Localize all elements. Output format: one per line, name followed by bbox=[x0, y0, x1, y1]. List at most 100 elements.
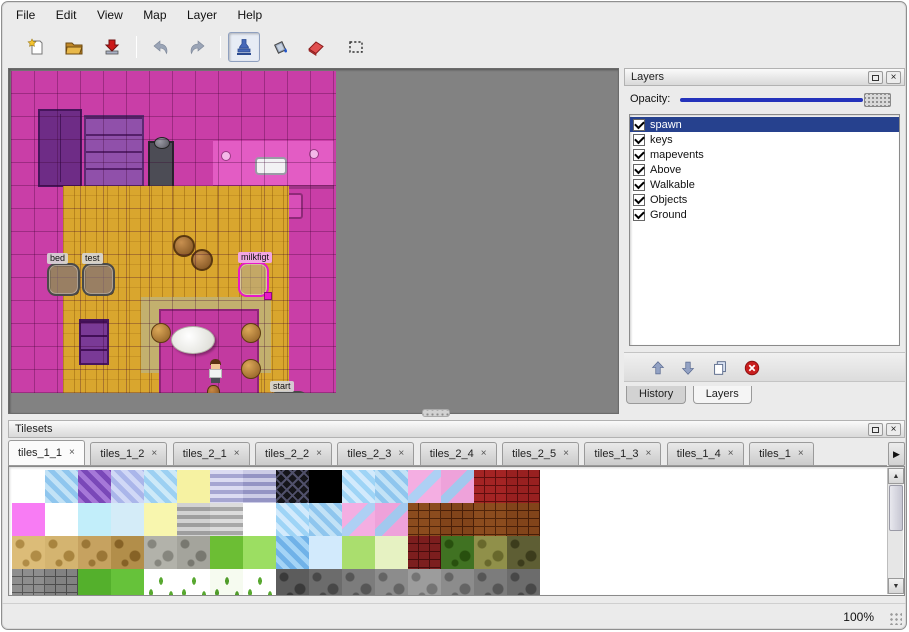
tab-close-icon[interactable]: × bbox=[645, 449, 651, 459]
tileset-tile[interactable] bbox=[12, 569, 45, 596]
tileset-tab[interactable]: tiles_2_3 × bbox=[337, 442, 414, 466]
layer-visible-checkbox[interactable] bbox=[633, 209, 645, 221]
tileset-tab[interactable]: tiles_2_5 × bbox=[502, 442, 579, 466]
tileset-tile[interactable] bbox=[342, 536, 375, 569]
tileset-tile[interactable] bbox=[210, 569, 243, 596]
tileset-tile[interactable] bbox=[276, 569, 309, 596]
tileset-tile[interactable] bbox=[78, 503, 111, 536]
resize-grip[interactable] bbox=[888, 611, 902, 625]
layer-visible-checkbox[interactable] bbox=[633, 179, 645, 191]
tileset-tile[interactable] bbox=[45, 536, 78, 569]
tileset-tile[interactable] bbox=[111, 470, 144, 503]
menu-file[interactable]: File bbox=[8, 6, 43, 24]
delete-layer-button[interactable] bbox=[740, 357, 764, 379]
float-panel-button[interactable] bbox=[868, 71, 883, 84]
tileset-tile[interactable] bbox=[309, 503, 342, 536]
object-resize-handle[interactable] bbox=[264, 292, 272, 300]
tileset-tile[interactable] bbox=[441, 470, 474, 503]
layer-row-mapevents[interactable]: mapevents bbox=[630, 147, 899, 162]
tileset-tile[interactable] bbox=[243, 569, 276, 596]
menu-help[interactable]: Help bbox=[229, 6, 270, 24]
raise-layer-button[interactable] bbox=[646, 357, 670, 379]
tileset-tile[interactable] bbox=[111, 503, 144, 536]
tileset-tile[interactable] bbox=[309, 536, 342, 569]
scrollbar-thumb[interactable] bbox=[889, 485, 903, 531]
tileset-view[interactable]: ▲ ▼ bbox=[8, 466, 905, 596]
menu-map[interactable]: Map bbox=[135, 6, 174, 24]
layer-row-objects[interactable]: Objects bbox=[630, 192, 899, 207]
opacity-slider-handle[interactable] bbox=[864, 93, 891, 107]
tileset-tile[interactable] bbox=[12, 536, 45, 569]
tileset-tile[interactable] bbox=[408, 503, 441, 536]
eraser-button[interactable] bbox=[300, 32, 332, 62]
layer-row-spawn[interactable]: spawn bbox=[630, 117, 899, 132]
tileset-tile[interactable] bbox=[243, 503, 276, 536]
layer-visible-checkbox[interactable] bbox=[633, 119, 645, 131]
tileset-tab[interactable]: tiles_1_2 × bbox=[90, 442, 167, 466]
tileset-tab[interactable]: tiles_2_2 × bbox=[255, 442, 332, 466]
tileset-tile[interactable] bbox=[177, 503, 210, 536]
tileset-tile[interactable] bbox=[441, 569, 474, 596]
tab-layers[interactable]: Layers bbox=[693, 386, 752, 404]
layer-visible-checkbox[interactable] bbox=[633, 164, 645, 176]
tab-close-icon[interactable]: × bbox=[798, 449, 804, 459]
redo-button[interactable] bbox=[182, 32, 214, 62]
tileset-tile[interactable] bbox=[342, 503, 375, 536]
layer-row-above[interactable]: Above bbox=[630, 162, 899, 177]
tileset-tile[interactable] bbox=[243, 536, 276, 569]
tileset-tile[interactable] bbox=[507, 503, 540, 536]
tileset-tile[interactable] bbox=[144, 569, 177, 596]
tileset-tile[interactable] bbox=[78, 536, 111, 569]
tab-history[interactable]: History bbox=[626, 386, 686, 404]
tileset-tab[interactable]: tiles_1_4 × bbox=[667, 442, 744, 466]
tileset-tile[interactable] bbox=[210, 536, 243, 569]
tileset-tile[interactable] bbox=[309, 569, 342, 596]
tileset-tile[interactable] bbox=[375, 536, 408, 569]
menu-view[interactable]: View bbox=[89, 6, 131, 24]
tileset-tile[interactable] bbox=[12, 503, 45, 536]
float-panel-button[interactable] bbox=[868, 423, 883, 436]
tab-close-icon[interactable]: × bbox=[398, 449, 404, 459]
tileset-tile[interactable] bbox=[45, 503, 78, 536]
tileset-tile[interactable] bbox=[375, 569, 408, 596]
tileset-tile[interactable] bbox=[78, 470, 111, 503]
layer-row-keys[interactable]: keys bbox=[630, 132, 899, 147]
tileset-tile[interactable] bbox=[342, 569, 375, 596]
layer-visible-checkbox[interactable] bbox=[633, 134, 645, 146]
map-object-start[interactable]: start bbox=[270, 391, 308, 393]
menu-edit[interactable]: Edit bbox=[48, 6, 85, 24]
tileset-tile[interactable] bbox=[507, 569, 540, 596]
tileset-tile[interactable] bbox=[210, 470, 243, 503]
save-button[interactable] bbox=[96, 32, 128, 62]
lower-layer-button[interactable] bbox=[676, 357, 700, 379]
tileset-tile[interactable] bbox=[408, 536, 441, 569]
tileset-tile[interactable] bbox=[45, 569, 78, 596]
tab-close-icon[interactable]: × bbox=[151, 449, 157, 459]
tileset-tab[interactable]: tiles_2_4 × bbox=[420, 442, 497, 466]
tileset-tile[interactable] bbox=[210, 503, 243, 536]
close-panel-button[interactable]: × bbox=[886, 423, 901, 436]
rect-select-button[interactable] bbox=[340, 32, 372, 62]
open-button[interactable] bbox=[58, 32, 90, 62]
tileset-tile[interactable] bbox=[177, 536, 210, 569]
tileset-tile[interactable] bbox=[177, 569, 210, 596]
tileset-tab[interactable]: tiles_1_1 × bbox=[8, 440, 85, 466]
tab-close-icon[interactable]: × bbox=[728, 449, 734, 459]
map-scroll-area[interactable]: bed test milkfigt start entr andorf bbox=[8, 68, 619, 414]
layer-row-walkable[interactable]: Walkable bbox=[630, 177, 899, 192]
tileset-tile[interactable] bbox=[474, 470, 507, 503]
new-file-button[interactable] bbox=[20, 32, 52, 62]
tileset-tile[interactable] bbox=[474, 503, 507, 536]
menu-layer[interactable]: Layer bbox=[179, 6, 225, 24]
map-object-test[interactable]: test bbox=[82, 263, 115, 296]
layer-visible-checkbox[interactable] bbox=[633, 149, 645, 161]
tileset-tile[interactable] bbox=[474, 536, 507, 569]
tileset-tile[interactable] bbox=[408, 470, 441, 503]
tileset-vertical-scrollbar[interactable]: ▲ ▼ bbox=[887, 468, 903, 594]
layer-visible-checkbox[interactable] bbox=[633, 194, 645, 206]
tileset-tab[interactable]: tiles_1 × bbox=[749, 442, 814, 466]
tileset-tile[interactable] bbox=[177, 470, 210, 503]
tileset-tile[interactable] bbox=[276, 536, 309, 569]
scroll-up-button[interactable]: ▲ bbox=[888, 468, 904, 484]
tileset-tile[interactable] bbox=[408, 569, 441, 596]
